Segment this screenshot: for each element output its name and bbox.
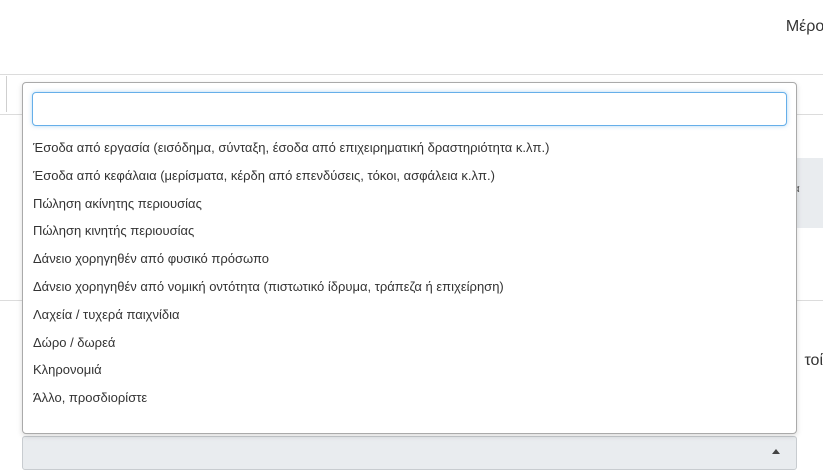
- search-wrap: [23, 83, 796, 130]
- left-edge-control: [0, 76, 7, 112]
- page-title: Μέρος Ρευ: [785, 18, 823, 35]
- divider: [0, 74, 823, 75]
- dropdown-option[interactable]: Δάνειο χορηγηθέν από νομική οντότητα (πι…: [23, 273, 796, 301]
- dropdown-option[interactable]: Άλλο, προσδιορίστε: [23, 384, 796, 412]
- dropdown-option[interactable]: Έσοδα από εργασία (εισόδημα, σύνταξη, έσ…: [23, 134, 796, 162]
- options-list: Έσοδα από εργασία (εισόδημα, σύνταξη, έσ…: [23, 130, 796, 412]
- dropdown-option[interactable]: Έσοδα από κεφάλαια (μερίσματα, κέρδη από…: [23, 162, 796, 190]
- source-of-funds-select[interactable]: [22, 436, 797, 470]
- section-heading: τοί: [804, 352, 823, 369]
- search-input[interactable]: [32, 92, 787, 126]
- dropdown-option[interactable]: Δώρο / δωρεά: [23, 329, 796, 357]
- dropdown-option[interactable]: Κληρονομιά: [23, 356, 796, 384]
- dropdown-option[interactable]: Πώληση κινητής περιουσίας: [23, 217, 796, 245]
- dropdown-option[interactable]: Δάνειο χορηγηθέν από φυσικό πρόσωπο: [23, 245, 796, 273]
- caret-up-icon: [772, 449, 780, 454]
- page: Μέρος Ρευ μα τοί Έσοδα από εργασία (εισό…: [0, 0, 823, 470]
- dropdown-option[interactable]: Πώληση ακίνητης περιουσίας: [23, 190, 796, 218]
- dropdown-option[interactable]: Λαχεία / τυχερά παιχνίδια: [23, 301, 796, 329]
- source-of-funds-dropdown: Έσοδα από εργασία (εισόδημα, σύνταξη, έσ…: [22, 82, 797, 434]
